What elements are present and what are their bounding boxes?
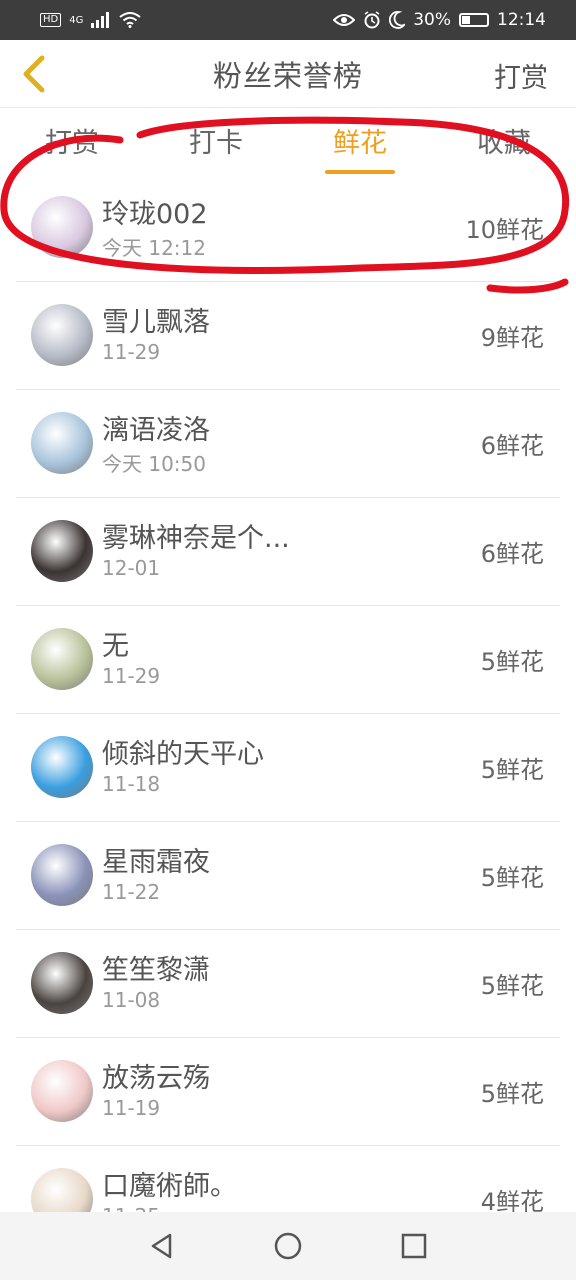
timestamp: 12-01 — [102, 556, 161, 580]
tab-flowers[interactable]: 鲜花 — [325, 108, 395, 180]
timestamp: 今天 10:50 — [102, 452, 206, 476]
chevron-left-icon — [23, 55, 45, 93]
hd-badge: HD — [40, 13, 62, 27]
moon-icon — [389, 11, 406, 29]
timestamp: 11-29 — [102, 340, 161, 364]
home-circle-icon[interactable] — [273, 1231, 303, 1261]
flower-count: 10鲜花 — [465, 216, 544, 244]
user-name: 雾琳神奈是个... — [102, 523, 290, 554]
timestamp: 今天 12:12 — [102, 236, 206, 260]
avatar — [31, 1060, 93, 1122]
flower-count: 5鲜花 — [480, 756, 544, 784]
flower-count: 5鲜花 — [480, 648, 544, 676]
battery-icon — [459, 13, 489, 27]
page-title: 粉丝荣誉榜 — [212, 58, 363, 93]
list-item[interactable]: 放荡云殇 11-19 5鲜花 — [16, 1038, 560, 1146]
tab-bar: 打赏 打卡 鲜花 收藏 — [0, 108, 576, 180]
avatar — [31, 196, 93, 258]
back-triangle-icon[interactable] — [148, 1232, 176, 1260]
list-item[interactable]: 笙笙黎潇 11-08 5鲜花 — [16, 930, 560, 1038]
list-item[interactable]: 漓语凌洛 今天 10:50 6鲜花 — [16, 390, 560, 498]
timestamp: 11-18 — [102, 772, 161, 796]
back-button[interactable] — [14, 52, 54, 96]
timestamp: 11-19 — [102, 1096, 161, 1120]
user-name: 玲珑002 — [102, 199, 208, 230]
timestamp: 11-22 — [102, 880, 161, 904]
user-name: 无 — [102, 631, 129, 662]
flower-count: 5鲜花 — [480, 972, 544, 1000]
flower-count: 9鲜花 — [480, 324, 544, 352]
avatar — [31, 952, 93, 1014]
flower-count: 5鲜花 — [480, 864, 544, 892]
list-item[interactable]: 玲珑002 今天 12:12 10鲜花 — [16, 174, 560, 282]
list-item[interactable]: 倾斜的天平心 11-18 5鲜花 — [16, 714, 560, 822]
status-bar: HD 4G 30% 12:14 — [0, 0, 576, 40]
avatar — [31, 844, 93, 906]
tab-favorites[interactable]: 收藏 — [469, 108, 539, 180]
network-type: 4G — [69, 14, 84, 26]
avatar — [31, 520, 93, 582]
status-left: HD 4G — [40, 12, 141, 28]
fan-list: 玲珑002 今天 12:12 10鲜花 雪儿飘落 11-29 9鲜花 漓语凌洛 … — [0, 174, 576, 1254]
tab-checkin[interactable]: 打卡 — [181, 108, 251, 180]
status-time: 12:14 — [497, 10, 546, 30]
user-name: 雪儿飘落 — [102, 307, 210, 338]
user-name: 放荡云殇 — [102, 1063, 210, 1094]
flower-count: 5鲜花 — [480, 1080, 544, 1108]
flower-count: 6鲜花 — [480, 432, 544, 460]
title-bar: 粉丝荣誉榜 打赏 — [0, 40, 576, 108]
avatar — [31, 736, 93, 798]
alarm-icon — [364, 11, 380, 29]
user-name: 笙笙黎潇 — [102, 955, 210, 986]
list-item[interactable]: 雾琳神奈是个... 12-01 6鲜花 — [16, 498, 560, 606]
wifi-icon — [119, 12, 141, 28]
list-item[interactable]: 无 11-29 5鲜花 — [16, 606, 560, 714]
avatar — [31, 412, 93, 474]
timestamp: 11-29 — [102, 664, 161, 688]
list-item[interactable]: 雪儿飘落 11-29 9鲜花 — [16, 282, 560, 390]
user-name: 星雨霜夜 — [102, 847, 210, 878]
list-item[interactable]: 星雨霜夜 11-22 5鲜花 — [16, 822, 560, 930]
status-right: 30% 12:14 — [333, 10, 546, 30]
signal-icon — [91, 12, 110, 28]
avatar — [31, 628, 93, 690]
flower-count: 6鲜花 — [480, 540, 544, 568]
avatar — [31, 304, 93, 366]
system-nav-bar — [0, 1212, 576, 1280]
reward-button[interactable]: 打赏 — [494, 56, 548, 95]
eye-icon — [333, 14, 356, 26]
user-name: 倾斜的天平心 — [102, 739, 264, 770]
timestamp: 11-08 — [102, 988, 161, 1012]
tab-reward[interactable]: 打赏 — [37, 108, 107, 180]
battery-percent: 30% — [413, 10, 451, 30]
user-name: 口魔術師。 — [102, 1171, 237, 1202]
recents-square-icon[interactable] — [400, 1232, 428, 1260]
user-name: 漓语凌洛 — [102, 415, 210, 446]
